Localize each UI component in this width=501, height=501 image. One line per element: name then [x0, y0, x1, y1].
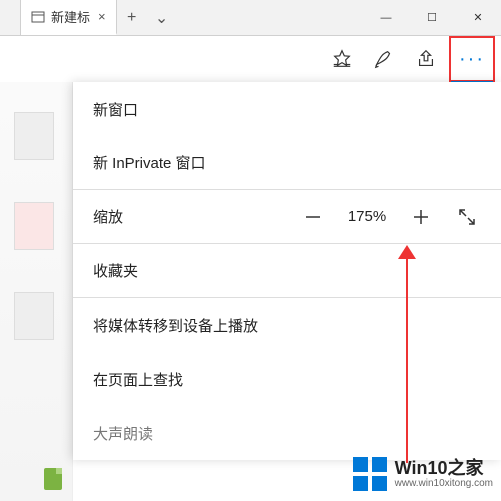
favorites-star-icon — [331, 48, 353, 70]
page-background — [0, 82, 73, 501]
fullscreen-icon — [457, 207, 477, 227]
menu-label: 大声朗读 — [93, 423, 153, 444]
menu-cast[interactable]: 将媒体转移到设备上播放 — [73, 298, 501, 352]
annotation-arrow — [406, 253, 408, 463]
menu-label: 将媒体转移到设备上播放 — [93, 315, 258, 336]
favorites-button[interactable] — [321, 38, 363, 80]
watermark: Win10之家 www.win10xitong.com — [353, 457, 493, 491]
menu-label: 在页面上查找 — [93, 369, 183, 390]
watermark-text: Win10之家 www.win10xitong.com — [395, 459, 493, 490]
close-tab-icon[interactable]: × — [98, 9, 106, 24]
background-thumb — [14, 292, 54, 340]
notes-button[interactable] — [363, 38, 405, 80]
watermark-title: Win10之家 — [395, 459, 493, 479]
tab-inactive[interactable] — [0, 0, 21, 35]
plus-icon: + — [127, 9, 136, 27]
maximize-icon: ☐ — [427, 11, 437, 24]
background-thumb — [14, 112, 54, 160]
windows-logo-icon — [353, 457, 387, 491]
minimize-icon: — — [381, 12, 392, 24]
share-button[interactable] — [405, 38, 447, 80]
new-tab-button[interactable]: + — [117, 0, 147, 35]
zoom-out-button[interactable] — [299, 203, 327, 231]
maximize-button[interactable]: ☐ — [409, 0, 455, 35]
menu-label: 新窗口 — [93, 99, 138, 120]
zoom-value: 175% — [345, 208, 389, 225]
zoom-label: 缩放 — [93, 206, 123, 227]
menu-read-aloud[interactable]: 大声朗读 — [73, 406, 501, 460]
menu-find[interactable]: 在页面上查找 — [73, 352, 501, 406]
menu-label: 新 InPrivate 窗口 — [93, 152, 206, 173]
zoom-in-button[interactable] — [407, 203, 435, 231]
watermark-url: www.win10xitong.com — [395, 478, 493, 489]
tab-bar: 新建标 × + ⌄ — ☐ ✕ — [0, 0, 501, 36]
menu-new-window[interactable]: 新窗口 — [73, 82, 501, 136]
plus-icon — [411, 207, 431, 227]
tab-label: 新建标 — [51, 7, 90, 26]
minimize-button[interactable]: — — [363, 0, 409, 35]
minus-icon — [303, 207, 323, 227]
browser-window: 新建标 × + ⌄ — ☐ ✕ ··· 新窗口 — [0, 0, 501, 501]
pen-icon — [373, 48, 395, 70]
background-thumb — [14, 202, 54, 250]
zoom-controls: 175% — [299, 203, 481, 231]
close-icon: ✕ — [473, 11, 482, 24]
settings-menu: 新窗口 新 InPrivate 窗口 缩放 175% 收藏夹 — [73, 82, 501, 460]
menu-new-inprivate[interactable]: 新 InPrivate 窗口 — [73, 136, 501, 190]
page-favicon — [31, 10, 45, 24]
more-menu-button[interactable]: ··· — [449, 36, 495, 82]
tab-actions-button[interactable]: ⌄ — [147, 0, 177, 35]
fullscreen-button[interactable] — [453, 203, 481, 231]
close-window-button[interactable]: ✕ — [455, 0, 501, 35]
more-icon: ··· — [459, 49, 485, 69]
menu-label: 收藏夹 — [93, 260, 138, 281]
tab-active[interactable]: 新建标 × — [21, 0, 117, 35]
chevron-down-icon: ⌄ — [155, 8, 168, 28]
toolbar: ··· — [0, 36, 501, 82]
menu-zoom: 缩放 175% — [73, 190, 501, 244]
menu-favorites[interactable]: 收藏夹 — [73, 244, 501, 298]
document-icon — [44, 468, 62, 490]
share-icon — [415, 48, 437, 70]
